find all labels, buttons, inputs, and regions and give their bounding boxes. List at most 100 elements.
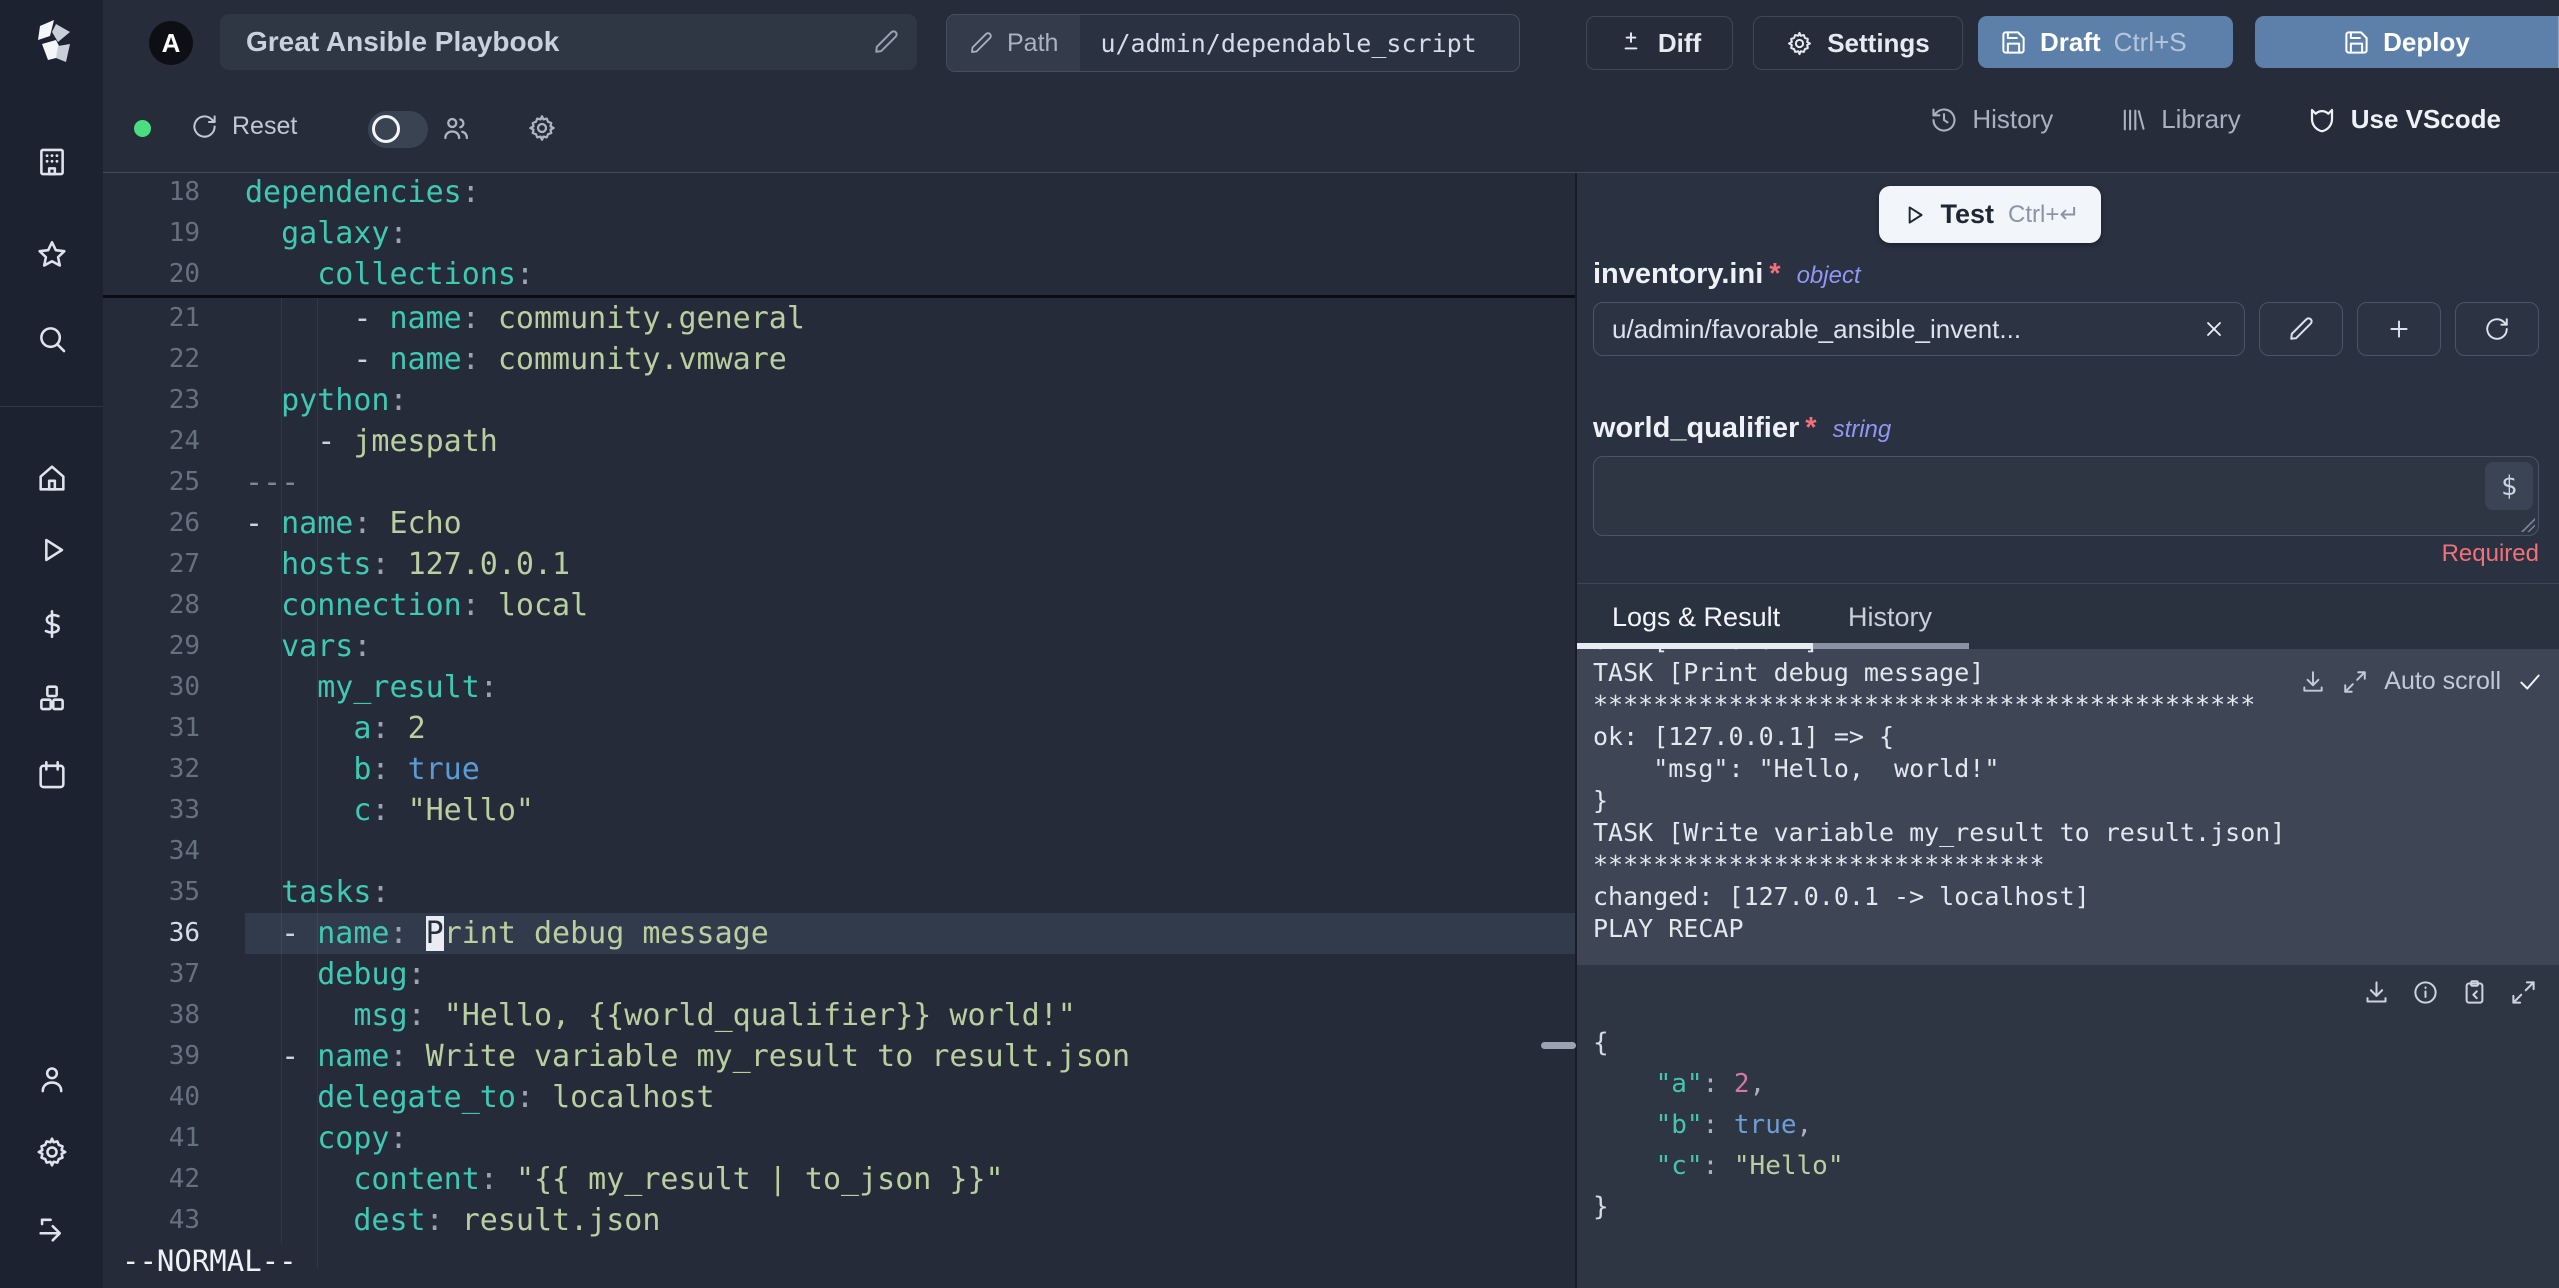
topbar: A Great Ansible Playbook Path u/admin/de… (103, 0, 2559, 173)
mode-toggle[interactable] (368, 111, 428, 148)
path-button[interactable]: Path u/admin/dependable_script (946, 14, 1520, 72)
sidebar-item-logout-icon[interactable] (35, 1212, 69, 1246)
reset-button[interactable]: Reset (191, 112, 297, 141)
deploy-button[interactable]: Deploy (2255, 27, 2558, 58)
line-content: hosts: 127.0.0.1 (281, 547, 571, 582)
code-line-32[interactable]: 32 b: true (103, 749, 1575, 790)
tab-logs-result[interactable]: Logs & Result (1612, 602, 1780, 633)
add-resource-button[interactable] (2357, 302, 2441, 356)
required-asterisk: * (1805, 412, 1817, 444)
code-line-43[interactable]: 43 dest: result.json (103, 1200, 1575, 1241)
sidebar-item-home-icon[interactable] (35, 461, 69, 495)
world-qualifier-textarea[interactable]: $ (1593, 456, 2539, 536)
diff-icon (1624, 32, 1638, 50)
draft-button[interactable]: Draft Ctrl+S (1978, 16, 2233, 68)
line-content: copy: (317, 1121, 408, 1156)
settings-button[interactable]: Settings (1753, 16, 1963, 70)
log-output[interactable]: ok: [127.0.0.1] TASK [Print debug messag… (1577, 649, 2559, 965)
edit-resource-button[interactable] (2259, 302, 2343, 356)
line-number: 31 (168, 713, 200, 743)
collaborators-icon[interactable] (441, 113, 471, 143)
line-number: 33 (168, 795, 200, 825)
line-number: 30 (168, 672, 200, 702)
field-type: object (1796, 262, 1861, 289)
test-shortcut: Ctrl+↵ (2008, 201, 2080, 228)
code-line-26[interactable]: 26 - name: Echo (103, 503, 1575, 544)
app-logo-icon[interactable] (26, 16, 78, 68)
split-drag-handle[interactable] (1541, 1042, 1576, 1049)
tab-history[interactable]: History (1848, 602, 1932, 633)
sidebar-item-search-icon[interactable] (35, 322, 69, 356)
refresh-resource-button[interactable] (2455, 302, 2539, 356)
download-result-icon[interactable] (2363, 979, 2390, 1006)
line-content: --- (245, 465, 300, 500)
code-line-36[interactable]: 36 - name: Print debug message (103, 913, 1575, 954)
expand-result-icon[interactable] (2510, 979, 2537, 1006)
code-line-18[interactable]: 18 dependencies: (103, 172, 1575, 213)
sidebar-item-play-icon[interactable] (35, 533, 69, 567)
field-name: world_qualifier (1593, 412, 1800, 444)
code-line-27[interactable]: 27 hosts: 127.0.0.1 (103, 544, 1575, 585)
edit-title-pencil-icon[interactable] (873, 29, 899, 55)
code-line-39[interactable]: 39 - name: Write variable my_result to r… (103, 1036, 1575, 1077)
code-line-35[interactable]: 35 tasks: (103, 872, 1575, 913)
history-button[interactable]: History (1930, 104, 2053, 135)
line-content: a: 2 (353, 711, 426, 746)
script-title-box[interactable]: Great Ansible Playbook (220, 14, 917, 70)
code-line-44[interactable]: 44 (103, 1241, 1575, 1282)
line-number: 25 (168, 467, 200, 497)
code-line-41[interactable]: 41 copy: (103, 1118, 1575, 1159)
clear-icon[interactable] (2202, 317, 2226, 341)
inventory-input[interactable]: u/admin/favorable_ansible_invent... (1593, 302, 2245, 356)
code-line-37[interactable]: 37 debug: (103, 954, 1575, 995)
sidebar-item-star-icon[interactable] (35, 238, 69, 272)
sidebar-item-person-icon[interactable] (35, 1062, 69, 1096)
result-json[interactable]: { "a": 2, "b": true, "c": "Hello" } (1593, 1023, 2559, 1228)
code-line-23[interactable]: 23 python: (103, 380, 1575, 421)
check-icon[interactable] (2517, 669, 2543, 695)
sidebar-item-cubes-icon[interactable] (35, 681, 69, 715)
deploy-label: Deploy (2383, 26, 2470, 57)
code-line-29[interactable]: 29 vars: (103, 626, 1575, 667)
autoscroll-label[interactable]: Auto scroll (2384, 667, 2501, 696)
code-editor[interactable]: 18 dependencies: 19 galaxy: 20 collections:… (103, 172, 1575, 1288)
use-vscode-button[interactable]: Use VScode (2307, 104, 2501, 135)
sidebar-item-building-icon[interactable] (35, 145, 69, 179)
code-line-21[interactable]: 21 - name: community.general (103, 298, 1575, 339)
plus-icon (2390, 320, 2408, 338)
panel-split-divider[interactable] (1575, 172, 1577, 1288)
line-number: 23 (168, 385, 200, 415)
code-line-38[interactable]: 38 msg: "Hello, {{world_qualifier}} worl… (103, 995, 1575, 1036)
code-line-20[interactable]: 20 collections: (103, 254, 1575, 295)
home-icon (38, 465, 65, 491)
download-log-icon[interactable] (2300, 669, 2326, 695)
resize-handle[interactable] (2521, 518, 2535, 532)
code-line-30[interactable]: 30 my_result: (103, 667, 1575, 708)
copy-clipboard-icon[interactable] (2461, 979, 2488, 1006)
code-line-31[interactable]: 31 a: 2 (103, 708, 1575, 749)
test-button[interactable]: Test Ctrl+↵ (1879, 186, 2101, 243)
sidebar-item-dollar-icon[interactable] (35, 607, 69, 641)
log-toolbar: Auto scroll (2300, 667, 2543, 696)
code-line-42[interactable]: 42 content: "{{ my_result | to_json }}" (103, 1159, 1575, 1200)
line-content: - name: community.general (353, 301, 805, 336)
diff-button[interactable]: Diff (1586, 16, 1733, 70)
sidebar-item-gear-icon[interactable] (35, 1135, 69, 1169)
info-icon[interactable] (2412, 979, 2439, 1006)
variable-picker-button[interactable]: $ (2485, 462, 2533, 510)
path-value: u/admin/dependable_script (1100, 28, 1477, 58)
code-line-19[interactable]: 19 galaxy: (103, 213, 1575, 254)
expand-log-icon[interactable] (2342, 669, 2368, 695)
code-line-40[interactable]: 40 delegate_to: localhost (103, 1077, 1575, 1118)
code-line-25[interactable]: 25 --- (103, 462, 1575, 503)
code-line-24[interactable]: 24 - jmespath (103, 421, 1575, 462)
line-content: - name: community.vmware (353, 342, 787, 377)
code-line-28[interactable]: 28 connection: local (103, 585, 1575, 626)
code-line-34[interactable]: 34 (103, 831, 1575, 872)
code-line-22[interactable]: 22 - name: community.vmware (103, 339, 1575, 380)
library-button[interactable]: Library (2119, 104, 2241, 135)
code-line-33[interactable]: 33 c: "Hello" (103, 790, 1575, 831)
sidebar-item-calendar-icon[interactable] (35, 758, 69, 792)
editor-settings-gear-icon[interactable] (527, 113, 557, 143)
panel-tabs: Logs & Result History (1577, 583, 2559, 644)
